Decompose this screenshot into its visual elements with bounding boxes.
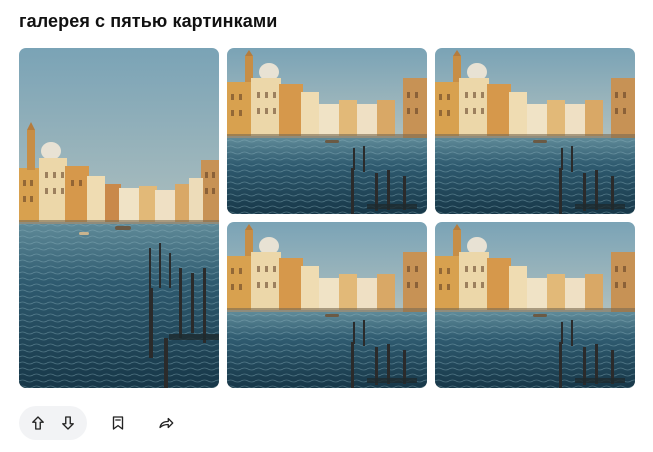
gallery-image-4[interactable] [227,222,427,388]
venice-canal-image [19,48,219,388]
downvote-button[interactable] [53,406,83,440]
gallery-image-3[interactable] [435,48,635,214]
post-actions-bar [19,406,183,440]
venice-canal-image [435,48,635,214]
venice-canal-image [227,222,427,388]
bookmark-button[interactable] [101,406,135,440]
image-gallery [19,48,635,388]
venice-canal-image [227,48,427,214]
gallery-image-5[interactable] [435,222,635,388]
vote-group [19,406,87,440]
upvote-button[interactable] [23,406,53,440]
share-icon [159,417,174,429]
downvote-icon [62,416,74,430]
upvote-icon [32,416,44,430]
share-button[interactable] [149,406,183,440]
bookmark-icon [112,416,124,430]
gallery-image-1[interactable] [19,48,219,388]
gallery-image-2[interactable] [227,48,427,214]
venice-canal-image [435,222,635,388]
post-title: галерея с пятью картинками [19,11,278,31]
